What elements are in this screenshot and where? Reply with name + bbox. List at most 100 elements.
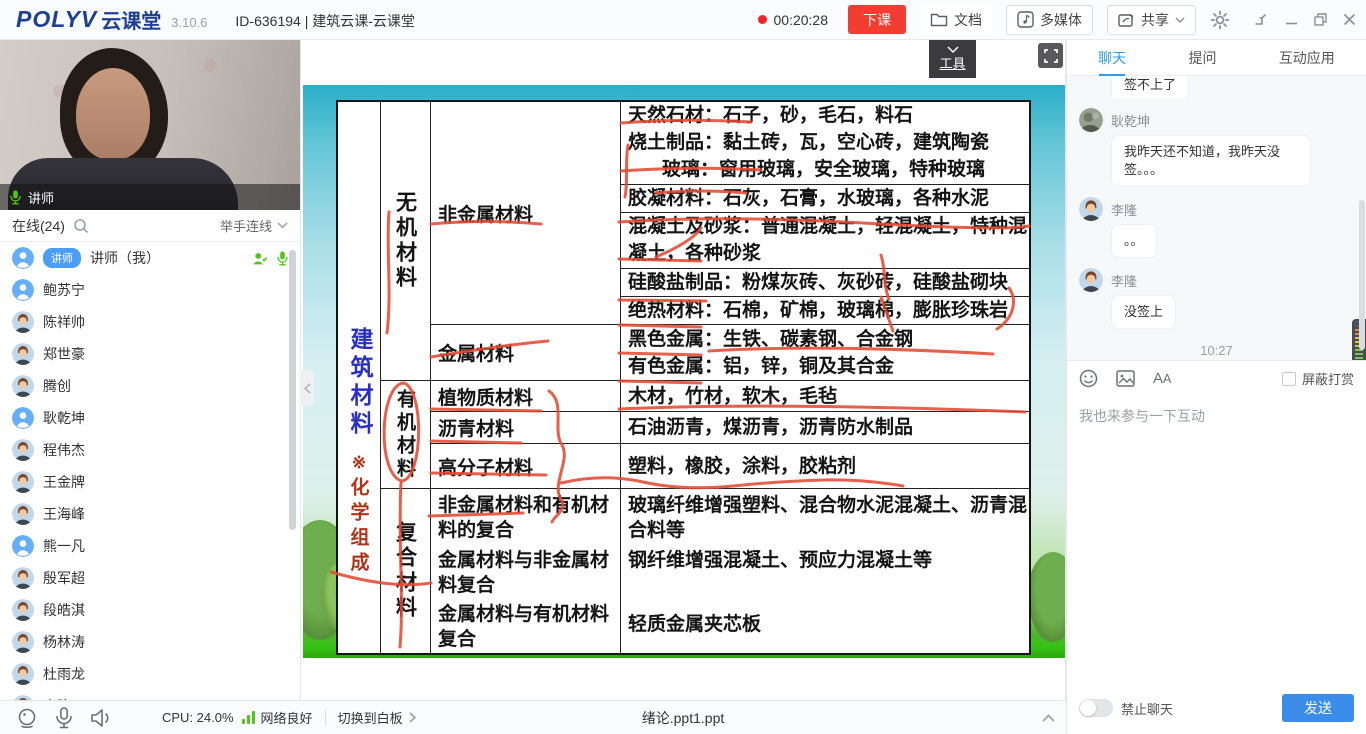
app-version: 3.10.6 [171, 15, 207, 30]
multimedia-button[interactable]: 多媒体 [1006, 5, 1093, 35]
participant-row[interactable]: 杨林涛 [0, 626, 300, 658]
chat-scrollbar[interactable] [1359, 200, 1365, 350]
send-button[interactable]: 发送 [1282, 694, 1354, 722]
avatar [12, 439, 34, 461]
chat-message: 李隆 没签上 [1079, 268, 1354, 329]
avatar [1079, 108, 1103, 132]
chat-toolbar: AA 屏蔽打赏 [1067, 360, 1366, 396]
participant-row[interactable]: 陈祥帅 [0, 306, 300, 338]
speaker-icon[interactable] [90, 708, 114, 728]
microphone-icon [10, 190, 21, 205]
avatar [12, 631, 34, 653]
block-reward-control[interactable]: 屏蔽打赏 [1282, 369, 1354, 388]
participant-row[interactable]: 李隆 [0, 690, 300, 700]
camera-icon[interactable] [16, 707, 38, 729]
participant-row[interactable]: 鲍苏宁 [0, 274, 300, 306]
tab-questions[interactable]: 提问 [1186, 40, 1218, 76]
chevron-down-icon [277, 222, 288, 229]
share-button[interactable]: 共享 [1107, 5, 1196, 35]
avatar [12, 471, 34, 493]
share-icon [1118, 12, 1135, 28]
chat-bottom-bar: 禁止聊天 发送 [1067, 690, 1366, 734]
participant-row[interactable]: 杜雨龙 [0, 658, 300, 690]
close-icon[interactable] [1343, 13, 1356, 26]
avatar [12, 663, 34, 685]
end-class-button[interactable]: 下课 [848, 5, 906, 34]
participant-scrollbar[interactable] [289, 250, 296, 530]
logo-suffix: 云课堂 [101, 5, 161, 34]
avatar [12, 503, 34, 525]
polyv-logo: POLYV [16, 6, 97, 33]
participant-row[interactable]: 郑世豪 [0, 338, 300, 370]
search-icon[interactable] [73, 218, 89, 234]
avatar [12, 599, 34, 621]
clipped-message: 签不上了 [1111, 76, 1354, 98]
record-dot-icon [758, 15, 767, 24]
chat-message: 耿乾坤 我昨天还不知道，我昨天没签。。。 [1079, 108, 1354, 187]
microphone-icon[interactable] [277, 251, 288, 266]
teacher-webcam: 讲师 [0, 40, 300, 210]
app-window: POLYV 云课堂 3.10.6 ID-636194 | 建筑云课-云课堂 00… [0, 0, 1366, 734]
avatar [12, 375, 34, 397]
raise-hand-control[interactable]: 举手连线 [220, 216, 288, 235]
chat-panel: 聊天 提问 互动应用 签不上了 耿乾坤 我昨天还不知道，我昨天没签。。。 李隆 … [1066, 40, 1366, 734]
checkbox-icon[interactable] [1282, 372, 1296, 386]
session-info: ID-636194 | 建筑云课-云课堂 [235, 11, 414, 31]
minimize-icon[interactable] [1285, 13, 1298, 26]
title-bar: POLYV 云课堂 3.10.6 ID-636194 | 建筑云课-云课堂 00… [0, 0, 1366, 40]
mute-chat-toggle[interactable] [1079, 699, 1113, 717]
compact-mode-icon[interactable] [1254, 13, 1269, 27]
participant-row[interactable]: 王金牌 [0, 466, 300, 498]
participant-row[interactable]: 腾创 [0, 370, 300, 402]
folder-icon [930, 12, 948, 27]
music-note-icon [1017, 11, 1034, 28]
tools-button[interactable]: 工具 [929, 40, 976, 78]
chat-tab-bar: 聊天 提问 互动应用 [1067, 40, 1366, 76]
left-panel: 讲师 在线(24) 举手连线 讲师 讲师（我） [0, 40, 300, 700]
chat-message-list[interactable]: 签不上了 耿乾坤 我昨天还不知道，我昨天没签。。。 李隆 。。 李隆 [1067, 76, 1366, 360]
participant-row[interactable]: 王海峰 [0, 498, 300, 530]
current-document-name[interactable]: 绪论.ppt1.ppt [300, 708, 1066, 728]
avatar [12, 407, 34, 429]
avatar [1079, 197, 1103, 221]
chat-input-area [1067, 396, 1366, 690]
emoji-icon[interactable] [1079, 369, 1098, 388]
avatar [12, 343, 34, 365]
group-organic: 有机材料 植物质材料 木材，竹材，软木，毛毡 沥青材料 石油沥青，煤沥青，沥青防… [381, 380, 1029, 488]
slide-canvas[interactable]: 建筑材料 ※ 化学组成 无机材料 非金属材料 天然石材： [303, 85, 1065, 658]
teacher-badge: 讲师 [43, 248, 81, 268]
tab-interactive-apps[interactable]: 互动应用 [1277, 40, 1337, 76]
recording-indicator: 00:20:28 [758, 12, 829, 28]
participant-list[interactable]: 讲师 讲师（我） 鲍苏宁 陈祥帅 郑世豪 腾创 耿乾坤 程伟杰 王金牌 王海峰 … [0, 242, 300, 700]
font-size-icon[interactable]: AA [1153, 370, 1171, 387]
chevron-down-icon [1175, 17, 1185, 23]
signal-bars-icon [242, 711, 255, 724]
avatar [12, 247, 34, 269]
chat-input[interactable] [1079, 406, 1354, 466]
participant-row[interactable]: 段皓淇 [0, 594, 300, 626]
participant-row[interactable]: 熊一凡 [0, 530, 300, 562]
settings-gear-icon[interactable] [1210, 10, 1230, 30]
participant-row-self[interactable]: 讲师 讲师（我） [0, 242, 300, 274]
chevron-up-icon[interactable] [1042, 714, 1055, 722]
presentation-stage: 工具 建筑材料 ※ 化学组成 无机材料 [300, 40, 1066, 700]
online-count: 在线(24) [12, 216, 65, 236]
fullscreen-button[interactable] [1038, 43, 1063, 68]
participant-row[interactable]: 耿乾坤 [0, 402, 300, 434]
avatar [12, 279, 34, 301]
image-icon[interactable] [1116, 370, 1135, 387]
avatar [12, 567, 34, 589]
group-composite: 复合材料 非金属材料和有机材料的复合 玻璃纤维增强塑料、混合物水泥混凝土、沥青混… [381, 488, 1029, 653]
participant-row[interactable]: 程伟杰 [0, 434, 300, 466]
restore-icon[interactable] [1314, 13, 1327, 26]
webcam-label: 讲师 [0, 184, 300, 210]
slide-prev-arrow[interactable] [300, 370, 314, 406]
documents-button[interactable]: 文档 [920, 5, 992, 35]
chat-timestamp: 10:27 [1079, 343, 1354, 358]
microphone-icon[interactable] [55, 707, 73, 729]
participant-row[interactable]: 殷军超 [0, 562, 300, 594]
materials-table: 建筑材料 ※ 化学组成 无机材料 非金属材料 天然石材： [336, 100, 1031, 655]
person-online-icon [252, 251, 267, 266]
group-inorganic: 无机材料 非金属材料 天然石材：石子，砂，毛石，料石 烧土制品：黏土砖，瓦，空心… [381, 102, 1029, 380]
tab-chat[interactable]: 聊天 [1096, 40, 1128, 76]
